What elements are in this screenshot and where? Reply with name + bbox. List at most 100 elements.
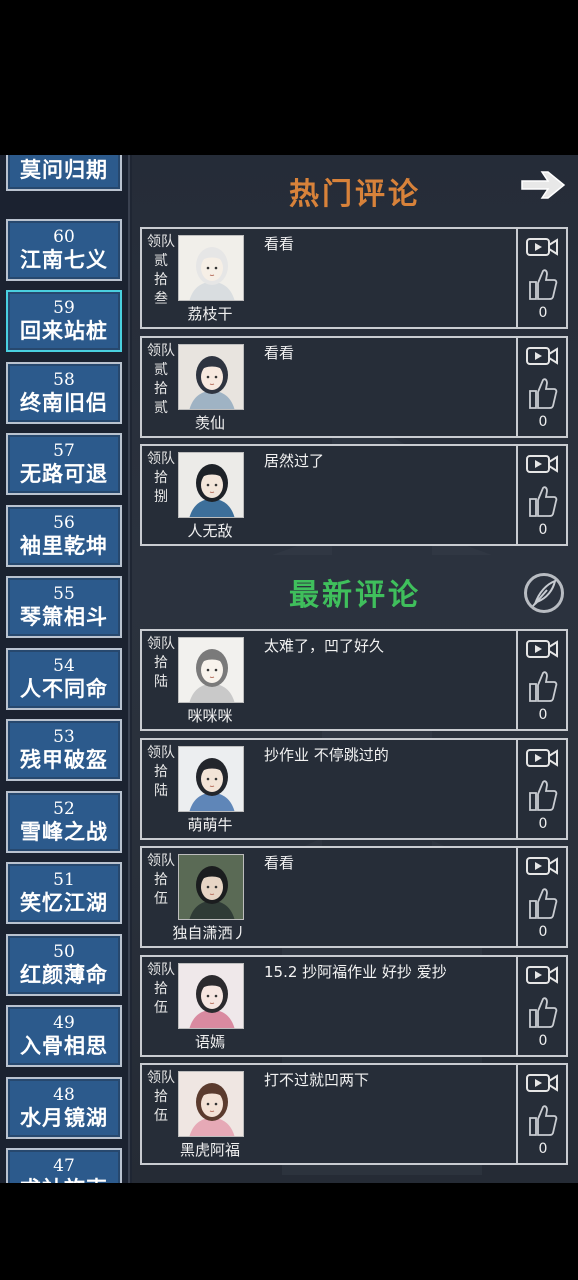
comment-card: 领队贰拾贰羡仙 看看 0 — [140, 335, 568, 438]
rank-label: 领队 — [147, 451, 175, 467]
username: 人无敌 — [187, 522, 233, 540]
comment-card: 领队拾伍独自潇洒丿 看看 0 — [140, 846, 568, 948]
user-avatar[interactable] — [178, 962, 244, 1029]
level-name: 莫问归期 — [20, 157, 108, 182]
level-button[interactable]: 57 无路可退 — [6, 433, 122, 495]
level-button[interactable]: 53 残甲破盔 — [6, 719, 122, 781]
comment-text: 看看 — [264, 343, 295, 362]
rank-label: 领队 — [147, 744, 175, 761]
level-button[interactable]: 47求社施声 — [6, 1148, 122, 1183]
rank-tier-char: 拾 — [154, 655, 168, 671]
user-avatar[interactable] — [178, 343, 244, 410]
rank-tier-char: 捌 — [154, 489, 168, 505]
rank-tier-char: 伍 — [154, 999, 168, 1016]
comment-text: 打不过就凹两下 — [264, 1071, 370, 1089]
level-number: 55 — [53, 584, 75, 604]
rank-badge: 领队贰拾贰 — [144, 342, 178, 418]
username: 羡仙 — [194, 413, 225, 432]
level-name: 终南旧侣 — [20, 389, 108, 415]
user-avatar[interactable] — [178, 854, 244, 920]
comment-text: 15.2 抄阿福作业 好抄 爱抄 — [264, 962, 447, 981]
level-button[interactable]: 54 人不同命 — [6, 647, 122, 710]
user-avatar[interactable] — [178, 235, 244, 301]
comment-text: 居然过了 — [264, 452, 325, 470]
comment-card: 领队拾陆咪咪咪 太难了，凹了好久 0 — [140, 629, 568, 731]
level-number: 58 — [53, 369, 75, 390]
video-camera-icon[interactable] — [526, 452, 558, 476]
rank-tier-char: 拾 — [154, 763, 168, 780]
like-count: 0 — [538, 413, 548, 430]
level-button[interactable]: 49 入骨相思 — [6, 1005, 122, 1067]
rank-tier-char: 伍 — [154, 891, 168, 907]
thumbs-up-icon[interactable] — [528, 376, 558, 410]
level-button[interactable]: 58 终南旧侣 — [6, 361, 122, 424]
thumbs-up-icon[interactable] — [528, 995, 558, 1029]
rank-tier-char: 拾 — [154, 1089, 168, 1105]
like-count: 0 — [538, 815, 548, 832]
user-avatar[interactable] — [178, 745, 244, 812]
rank-tier-char: 伍 — [154, 1108, 168, 1124]
quill-icon — [532, 579, 557, 607]
rank-tier-char: 拾 — [154, 470, 168, 486]
level-name: 无路可退 — [20, 461, 108, 486]
level-button[interactable]: 50 红颜薄命 — [6, 933, 122, 996]
rank-badge: 领队拾伍 — [144, 961, 178, 1018]
video-camera-icon[interactable] — [526, 854, 558, 878]
thumbs-up-icon[interactable] — [528, 778, 558, 812]
level-button[interactable]: 48 水月镜湖 — [6, 1076, 122, 1139]
rank-tier-char: 拾 — [154, 980, 168, 997]
level-name: 求社施声 — [8, 1176, 120, 1183]
rank-tier-char: 拾 — [154, 380, 168, 397]
rank-badge: 领队拾伍 — [144, 852, 178, 909]
thumbs-up-icon[interactable] — [528, 669, 558, 703]
thumbs-up-icon[interactable] — [528, 886, 558, 920]
back-button[interactable] — [518, 167, 568, 203]
comment-card: 领队拾陆萌萌牛 抄作业 不停跳过的 0 — [140, 737, 568, 840]
rank-tier-char: 贰 — [154, 361, 168, 378]
level-name: 回来站桩 — [20, 318, 108, 343]
level-name: 江南七义 — [20, 246, 108, 272]
level-button[interactable]: 56 袖里乾坤 — [6, 504, 122, 567]
level-button[interactable]: 莫问归期 — [6, 155, 122, 191]
video-camera-icon[interactable] — [526, 963, 558, 987]
user-avatar[interactable] — [178, 1071, 244, 1137]
thumbs-up-icon[interactable] — [528, 267, 558, 301]
arrow-right-icon — [521, 171, 566, 199]
video-camera-icon[interactable] — [526, 637, 558, 661]
write-comment-button[interactable] — [524, 573, 564, 613]
rank-label: 领队 — [147, 342, 175, 359]
level-name: 雪峰之战 — [20, 818, 108, 844]
level-number: 59 — [53, 298, 75, 318]
rank-badge: 领队贰拾叁 — [144, 233, 178, 309]
comment-text: 太难了，凹了好久 — [264, 637, 385, 655]
level-button[interactable]: 51 笑忆江湖 — [6, 862, 122, 924]
level-number: 48 — [53, 1084, 75, 1105]
level-button[interactable]: 59 回来站桩 — [6, 290, 122, 352]
thumbs-up-icon[interactable] — [528, 1103, 558, 1137]
level-button[interactable]: 52 雪峰之战 — [6, 790, 122, 853]
level-button[interactable]: 60 江南七义 — [6, 218, 122, 281]
username: 黑虎阿福 — [179, 1141, 240, 1159]
video-camera-icon[interactable] — [526, 1071, 558, 1095]
video-camera-icon[interactable] — [526, 746, 558, 770]
rank-badge: 领队拾陆 — [144, 635, 178, 692]
level-comments-screen: 莫问归期 60 江南七义 59 回来站桩 58 终南旧侣 57 无路可退 56 袖里乾坤 55 琴箫相斗… — [0, 155, 578, 1183]
level-sidebar[interactable]: 莫问归期 60 江南七义 59 回来站桩 58 终南旧侣 57 无路可退 56 袖里乾坤 55 琴箫相斗… — [0, 155, 130, 1183]
latest-comments-title: 最新评论 — [289, 578, 421, 613]
system-navigation-bar — [0, 1183, 578, 1280]
comment-card: 领队拾伍黑虎阿福 打不过就凹两下 0 — [140, 1063, 568, 1165]
user-avatar[interactable] — [178, 452, 244, 518]
like-count: 0 — [538, 1032, 548, 1049]
comments-panel: 热门评论 领队贰拾叁荔枝干 看看 0 领队贰拾贰羡仙 看看 0 领队拾捌人无敌 居然过了 0 最… — [132, 155, 578, 1183]
username: 独自潇洒丿 — [172, 924, 248, 942]
video-camera-icon[interactable] — [526, 235, 558, 259]
level-name: 袖里乾坤 — [20, 532, 108, 558]
thumbs-up-icon[interactable] — [528, 484, 558, 518]
rank-tier-char: 陆 — [154, 674, 168, 690]
level-number: 54 — [53, 655, 75, 676]
user-avatar[interactable] — [178, 637, 244, 703]
level-button[interactable]: 55 琴箫相斗 — [6, 576, 122, 638]
rank-badge: 领队拾陆 — [144, 744, 178, 801]
level-name: 琴箫相斗 — [20, 604, 108, 629]
video-camera-icon[interactable] — [526, 344, 558, 368]
